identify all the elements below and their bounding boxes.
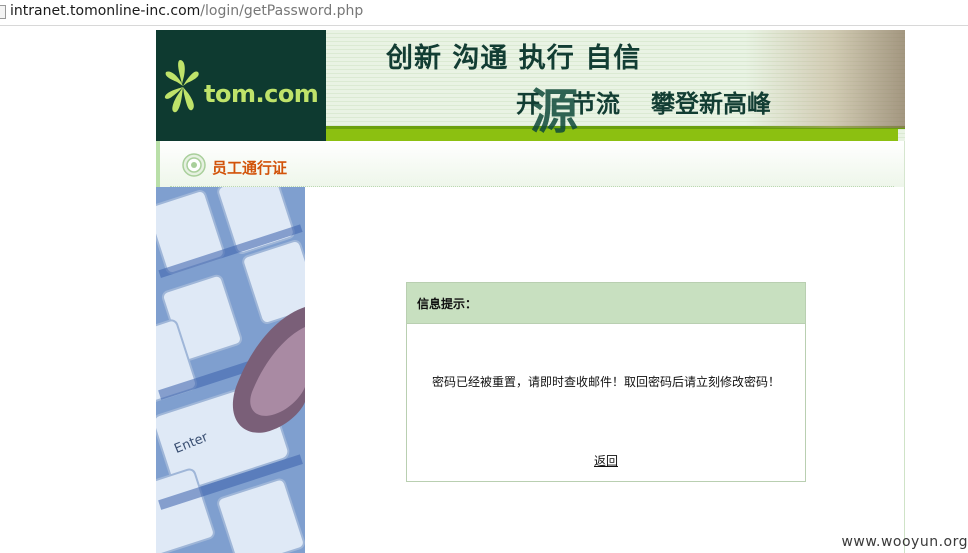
content-border-right: [904, 187, 905, 553]
keyboard-illustration: Enter: [156, 187, 305, 553]
section-title: 员工通行证: [212, 159, 288, 177]
slogan-line-1: 创新 沟通 执行 自信: [386, 43, 642, 74]
logo-box[interactable]: tom.com: [156, 30, 326, 141]
page-icon: [0, 5, 6, 19]
keyboard-photo: Enter: [156, 187, 305, 553]
message-header: 信息提示：: [407, 283, 805, 324]
header-banner: tom.com 创新 沟通 执行 自信 开 源 节流 攀登新高峰: [156, 30, 905, 141]
message-body: 密码已经被重置，请即时查收邮件！取回密码后请立刻修改密码！: [431, 375, 780, 389]
address-url[interactable]: intranet.tomonline-inc.com/login/getPass…: [10, 3, 363, 19]
section-title-bar: 员工通行证: [156, 141, 905, 187]
logo-text: tom.com: [204, 80, 319, 108]
slogan-climb: 攀登新高峰: [651, 90, 771, 118]
slogan-kai: 开: [516, 90, 540, 118]
slogan-jieliu: 节流: [572, 90, 620, 118]
url-path: /login/getPassword.php: [200, 3, 364, 19]
watermark: www.wooyun.org: [841, 534, 968, 550]
slogan-area: 创新 沟通 执行 自信 开 源 节流 攀登新高峰: [326, 30, 905, 141]
banner-green-stripe: [326, 129, 898, 141]
browser-address-bar[interactable]: intranet.tomonline-inc.com/login/getPass…: [0, 0, 968, 26]
back-link[interactable]: 返回: [407, 452, 805, 469]
message-header-text: 信息提示：: [417, 297, 478, 311]
message-box: 信息提示： 密码已经被重置，请即时查收邮件！取回密码后请立刻修改密码！ 返回: [406, 282, 806, 482]
tom-asterisk-logo-icon: [164, 60, 199, 113]
url-host: intranet.tomonline-inc.com: [10, 3, 201, 19]
target-rings-icon: [182, 153, 206, 177]
